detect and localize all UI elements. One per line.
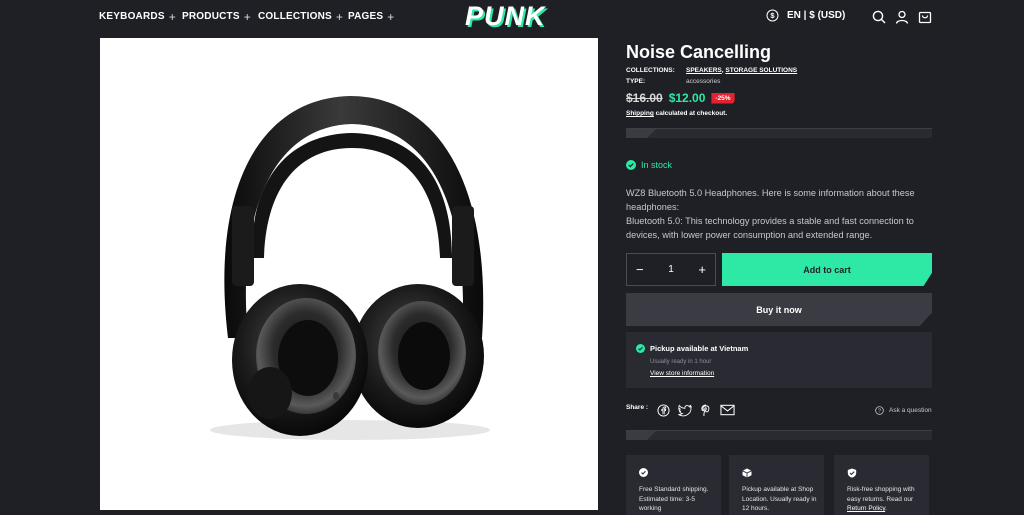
nav-pages[interactable]: PAGES + <box>348 9 395 24</box>
stock-status: In stock <box>626 160 672 170</box>
return-policy-link[interactable]: Return Policy <box>847 505 885 512</box>
search-icon[interactable] <box>871 9 887 25</box>
shipping-note: Shipping calculated at checkout. <box>626 110 727 117</box>
product-title: Noise Cancelling <box>626 42 772 62</box>
minus-button[interactable]: − <box>636 262 644 277</box>
box-icon <box>742 468 752 478</box>
discount-badge: -25% <box>711 92 735 104</box>
plus-button[interactable]: + <box>698 262 706 277</box>
quantity-stepper: − 1 + <box>626 253 716 286</box>
share-label: Share : <box>626 404 649 411</box>
feature-returns: Risk-free shopping with easy returns. Re… <box>834 455 929 515</box>
product-description: WZ8 Bluetooth 5.0 Headphones. Here is so… <box>626 186 932 242</box>
feature-pickup: Pickup available at Shop Location. Usual… <box>729 455 824 515</box>
feature-text-part: . <box>885 505 887 512</box>
plus-icon: + <box>243 9 251 24</box>
account-icon[interactable] <box>894 9 910 25</box>
pickup-availability: Pickup available at Vietnam Usually read… <box>626 332 932 388</box>
email-icon[interactable] <box>720 404 735 416</box>
price-block: $16.00 $12.00 -25% <box>626 91 735 105</box>
share-icons <box>657 404 735 417</box>
feature-text: Risk-free shopping with easy returns. Re… <box>847 485 925 514</box>
plus-icon: + <box>335 9 344 24</box>
product-image[interactable] <box>100 38 598 510</box>
nav-products[interactable]: PRODUCTS + <box>182 9 251 24</box>
check-circle-icon <box>639 468 648 477</box>
shipping-link[interactable]: Shipping <box>626 110 654 117</box>
facebook-icon[interactable] <box>657 404 670 417</box>
type-row: TYPE: accessories <box>626 78 720 85</box>
shield-icon <box>847 468 857 478</box>
collections-separator: , <box>721 67 724 74</box>
check-circle-icon <box>636 344 645 353</box>
divider <box>626 128 932 138</box>
plus-icon: + <box>168 9 176 24</box>
description-paragraph: Bluetooth 5.0: This technology provides … <box>626 216 914 240</box>
sale-price: $12.00 <box>668 91 706 105</box>
twitter-icon[interactable] <box>678 404 692 417</box>
feature-shipping: Free Standard shipping. Estimated time: … <box>626 455 721 515</box>
svg-text:?: ? <box>878 409 881 415</box>
nav-label: PRODUCTS <box>182 11 240 22</box>
collections-row: COLLECTIONS: SPEAKERS, STORAGE SOLUTIONS <box>626 67 797 74</box>
pickup-subtitle: Usually ready in 1 hour <box>650 359 712 365</box>
svg-text:$: $ <box>770 11 775 20</box>
nav-collections[interactable]: COLLECTIONS + <box>258 9 344 24</box>
question-icon: ? <box>875 406 884 415</box>
compare-price: $16.00 <box>626 91 663 105</box>
type-value: accessories <box>686 78 721 85</box>
check-circle-icon <box>626 160 636 170</box>
feature-text: Free Standard shipping. Estimated time: … <box>639 486 709 512</box>
collections-label: COLLECTIONS: <box>626 67 675 74</box>
ask-question-link[interactable]: ? Ask a question <box>875 406 932 415</box>
logo[interactable]: PUNK PUNK <box>464 3 564 31</box>
currency-icon: $ <box>766 9 779 22</box>
nav-keyboards[interactable]: KEYBOARDS + <box>99 9 176 24</box>
locale-label: EN | $ (USD) <box>787 10 846 21</box>
add-to-cart-button[interactable]: Add to cart <box>722 253 932 286</box>
locale-selector[interactable]: $ EN | $ (USD) <box>766 9 845 22</box>
logo-text: PUNK <box>465 3 547 31</box>
pickup-title: Pickup available at Vietnam <box>650 344 749 353</box>
shipping-text: calculated at checkout. <box>653 110 728 117</box>
nav-label: KEYBOARDS <box>99 11 165 22</box>
quantity-input[interactable]: 1 <box>668 264 674 275</box>
buy-now-button[interactable]: Buy it now <box>626 293 932 326</box>
pinterest-icon[interactable] <box>700 404 712 417</box>
feature-text: Pickup available at Shop Location. Usual… <box>742 486 817 512</box>
type-label: TYPE: <box>626 78 646 85</box>
nav-label: PAGES <box>348 11 384 22</box>
cart-icon[interactable] <box>917 9 933 25</box>
stock-label: In stock <box>641 160 673 170</box>
collection-link-speakers[interactable]: SPEAKERS <box>686 67 722 74</box>
feature-text-part: Risk-free shopping with easy returns. Re… <box>847 486 915 503</box>
nav-label: COLLECTIONS <box>258 11 332 22</box>
plus-icon: + <box>387 9 395 24</box>
ask-question-label: Ask a question <box>889 407 932 414</box>
header: KEYBOARDS + PRODUCTS + COLLECTIONS + PAGES +… <box>0 0 1024 34</box>
description-paragraph: WZ8 Bluetooth 5.0 Headphones. Here is so… <box>626 188 915 212</box>
headphones-image <box>210 96 490 440</box>
store-info-link[interactable]: View store information <box>650 370 714 377</box>
divider <box>626 430 932 440</box>
collection-link-storage[interactable]: STORAGE SOLUTIONS <box>725 67 797 74</box>
